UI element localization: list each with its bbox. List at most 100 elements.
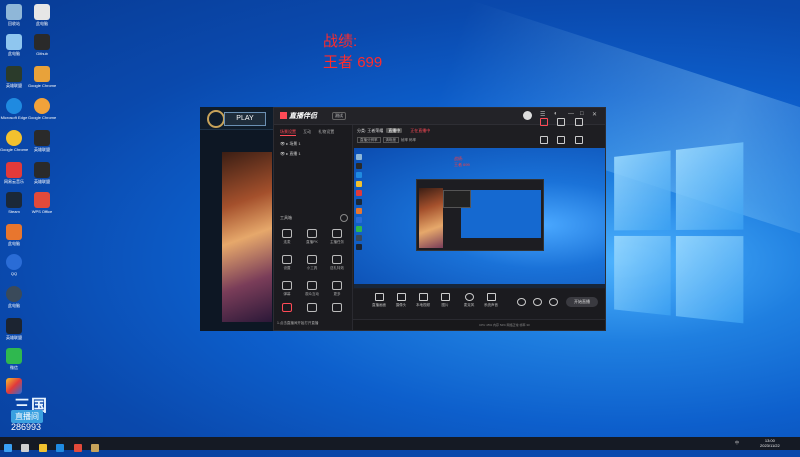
steam-icon (6, 192, 22, 208)
left-panel: 场景设置 互动 礼物设置 👁 ▸ 场景 1 👁 ▸ 直播 1 工具箱 连麦 直播… (274, 125, 353, 330)
edge-icon[interactable] (56, 444, 65, 452)
desktop-icon-edge[interactable]: Microsoft Edge (0, 98, 28, 120)
github-icon (34, 34, 50, 50)
action-sound[interactable]: 系统声音 (479, 293, 503, 308)
settings-icon[interactable] (540, 136, 548, 144)
desktop-icon-lol[interactable]: 英雄联盟 (0, 318, 28, 340)
desktop-icon-chrome[interactable]: Google Chrome (28, 98, 56, 120)
brand-logo-icon (280, 112, 287, 119)
record-icon[interactable] (540, 118, 548, 126)
gear-toggle[interactable] (541, 298, 565, 306)
chrome-icon[interactable] (73, 444, 82, 452)
desktop-icon-steam[interactable]: Steam (0, 192, 28, 214)
preview-header-chips: 直播分辨率 清晰度 帧率 码率 (357, 137, 416, 143)
desktop-icon-game1[interactable]: 英雄联盟 (0, 66, 28, 88)
tool-11[interactable] (301, 303, 323, 312)
windows-start-icon[interactable] (4, 444, 12, 452)
stream-room-badge: 三国 直播间 286993 (6, 392, 60, 436)
home-icon[interactable] (557, 136, 566, 144)
desktop-icon-qq[interactable]: QQ (0, 254, 28, 276)
tool-2[interactable]: 直播PK (301, 229, 323, 245)
owl-icon (34, 66, 50, 82)
desktop-icon-folder[interactable]: 此电脑 (0, 224, 28, 246)
wechat-icon (6, 348, 22, 364)
action-camera[interactable]: 摄像头 (389, 293, 413, 308)
tool-12[interactable] (326, 303, 348, 312)
header-action-icons (540, 113, 605, 149)
windows-taskbar: 中 13:00 2023/11/22 (0, 437, 800, 452)
computer-icon (6, 34, 22, 50)
toolbox-settings-icon[interactable] (340, 214, 348, 222)
status-bar: CPU 45% 内存 52% 网络正常 帧率 30 (353, 319, 605, 330)
tool-3[interactable]: 主播任务 (326, 229, 348, 245)
live-preview[interactable]: 战绩: 王者 699 (354, 148, 605, 288)
desktop-icon-music[interactable]: 网易云音乐 (0, 162, 28, 184)
wps-icon (34, 192, 50, 208)
system-tray[interactable]: 中 (735, 440, 739, 446)
desktop-icon-wps[interactable]: WPS Office (28, 192, 56, 214)
overlay-rank: 王者 699 (323, 51, 382, 72)
desktop-icon-app1[interactable]: Google Chrome (0, 130, 28, 152)
tab-gift[interactable]: 礼物设置 (318, 129, 334, 134)
start-live-button[interactable]: 开始直播 (566, 297, 598, 307)
tab-interaction[interactable]: 互动 (303, 129, 311, 134)
action-image[interactable]: 图片 (433, 293, 457, 308)
overlay-stats-title: 战绩: (323, 33, 358, 50)
desktop-icon-file[interactable]: 此电脑 (28, 4, 56, 26)
camera-icon (396, 293, 406, 301)
desktop-icon-camera[interactable]: 此电脑 (0, 286, 28, 308)
overlay-rank-label: 王者 (323, 54, 354, 71)
scene-item-2[interactable]: 👁 ▸ 直播 1 (280, 151, 301, 157)
status-text: CPU 45% 内存 52% 网络正常 帧率 30 (479, 323, 530, 327)
version-tag: 测试 (332, 112, 346, 120)
app-icon (34, 130, 50, 146)
tool-7[interactable]: 弹幕 (276, 281, 298, 297)
preview-nested-window (416, 179, 544, 251)
action-screen[interactable]: 直播画面 (367, 293, 391, 308)
tool-1[interactable]: 连麦 (276, 229, 298, 245)
tool-6[interactable]: 送礼特效 (326, 255, 348, 271)
desktop-icon-app2[interactable]: 英雄联盟 (28, 130, 56, 152)
scene-item-1[interactable]: 👁 ▸ 场景 1 (280, 141, 301, 147)
game-icon (34, 162, 50, 178)
edge-icon (6, 98, 22, 114)
preview-header-info: 分类: 王者荣耀 直播中 正在直播中 (357, 128, 431, 133)
screenshot-icon[interactable] (574, 118, 583, 126)
video-icon (418, 293, 428, 301)
refresh-icon[interactable] (557, 118, 566, 126)
tool-8[interactable]: 观众互动 (301, 281, 323, 297)
tool-9[interactable]: 更多 (326, 281, 348, 297)
desktop-icon-github[interactable]: Github (28, 34, 56, 56)
music-icon (6, 162, 22, 178)
wallpaper-windows-logo (614, 142, 747, 328)
search-icon[interactable] (21, 444, 30, 452)
preview-taskbar (354, 284, 605, 288)
monitor-icon (374, 293, 384, 301)
share-icon[interactable] (574, 136, 583, 144)
camera-icon (6, 286, 22, 302)
tool-4[interactable]: 设置 (276, 255, 298, 271)
desktop-icon-wechat[interactable]: 微信 (0, 348, 28, 370)
taskbar-clock[interactable]: 13:00 2023/11/22 (760, 438, 780, 448)
overlay-rank-value: 699 (357, 54, 383, 71)
badge-room-id: 286993 (11, 422, 42, 432)
qq-icon (6, 254, 22, 270)
desktop-icon-game2[interactable]: 英雄联盟 (28, 162, 56, 184)
tool-5[interactable]: 小工具 (301, 255, 323, 271)
desktop-icon-owl[interactable]: Google Chrome (28, 66, 56, 88)
game-icon[interactable] (91, 444, 100, 452)
desktop-icon-pc[interactable]: 此电脑 (0, 34, 28, 56)
microphone-icon (464, 293, 474, 301)
app-icon (6, 130, 22, 146)
action-video[interactable]: 本地视频 (411, 293, 435, 308)
tool-10[interactable] (276, 303, 298, 312)
avatar[interactable] (523, 111, 532, 120)
desktop-icon-recycle[interactable]: 回收站 (0, 4, 28, 26)
action-mic[interactable]: 麦克风 (457, 293, 481, 308)
app-brand: 直播伴侣 (280, 111, 317, 121)
file-explorer-icon[interactable] (38, 444, 47, 452)
champion-artwork (222, 152, 272, 322)
image-icon (440, 293, 450, 301)
tab-scene[interactable]: 场景设置 (280, 129, 296, 136)
play-button[interactable]: PLAY (224, 112, 266, 126)
